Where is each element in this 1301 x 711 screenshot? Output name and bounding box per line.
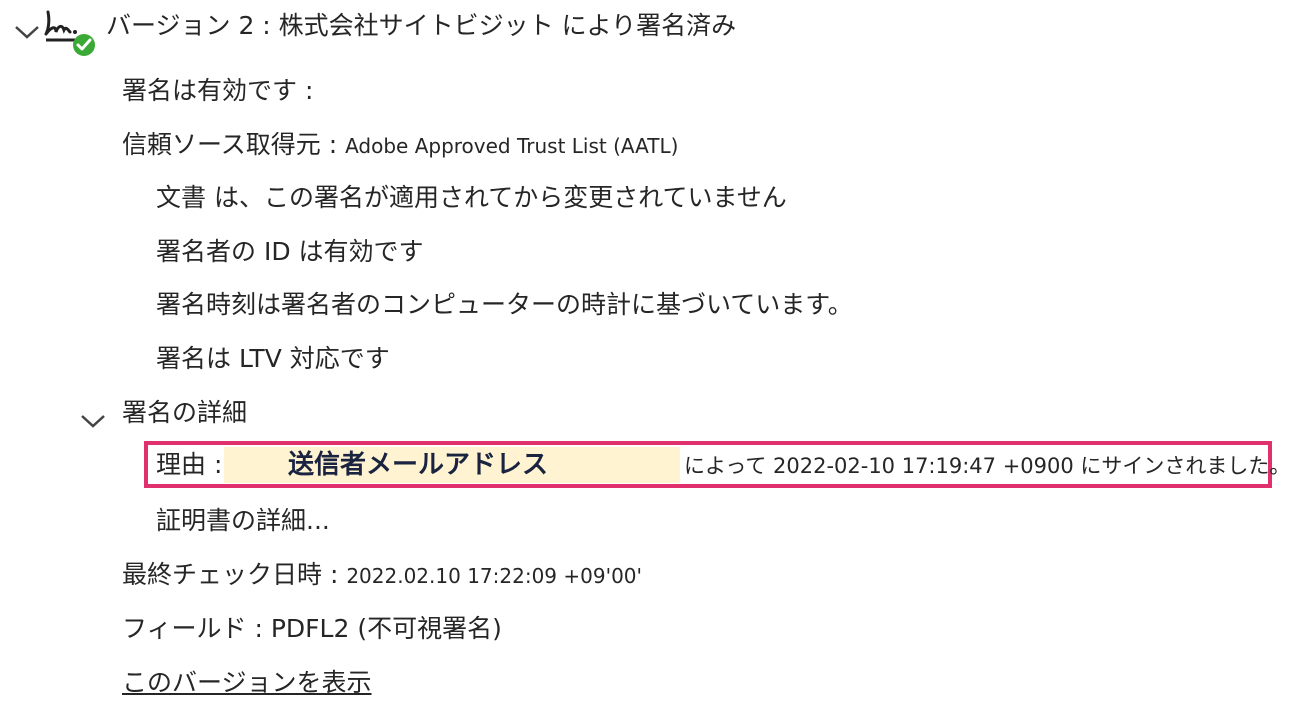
last-checked-label: 最終チェック日時 : [122,560,347,589]
status-item: 署名時刻は署名者のコンピューターの時計に基づいています。 [156,290,853,319]
field-text: フィールド : PDFL2 (不可視署名) [122,612,502,646]
reason-value: 送信者メールアドレス [224,447,680,483]
field-value: PDFL2 (不可視署名) [270,614,502,643]
trust-source-text: 信頼ソース取得元 : Adobe Approved Trust List (AA… [122,128,678,162]
last-checked-text: 最終チェック日時 : 2022.02.10 17:22:09 +09'00' [122,558,642,592]
signature-valid-text: 署名は有効です : [122,76,314,105]
signature-valid-icon [44,10,95,56]
chevron-down-icon[interactable] [78,411,108,431]
view-version-link[interactable]: このバージョンを表示 [122,666,372,700]
signature-version-title: バージョン 2 : 株式会社サイトビジット により署名済み [106,11,737,40]
certificate-details-link[interactable]: 証明書の詳細... [156,504,330,538]
chevron-down-icon[interactable] [12,22,42,42]
reason-label: 理由 : [156,450,223,479]
status-item: 文書 は、この署名が適用されてから変更されていません [156,183,787,212]
signature-details-toggle[interactable]: 署名の詳細 [122,396,247,430]
status-item: 署名者の ID は有効です [156,237,424,266]
reason-signed-text: によって 2022-02-10 17:19:47 +0900 にサインされました… [684,454,1291,478]
field-label: フィールド : [122,614,271,643]
last-checked-value: 2022.02.10 17:22:09 +09'00' [346,564,643,588]
trust-source-value: Adobe Approved Trust List (AATL) [345,134,679,158]
status-item: 署名は LTV 対応です [156,344,390,373]
trust-source-label: 信頼ソース取得元 : [122,130,346,159]
